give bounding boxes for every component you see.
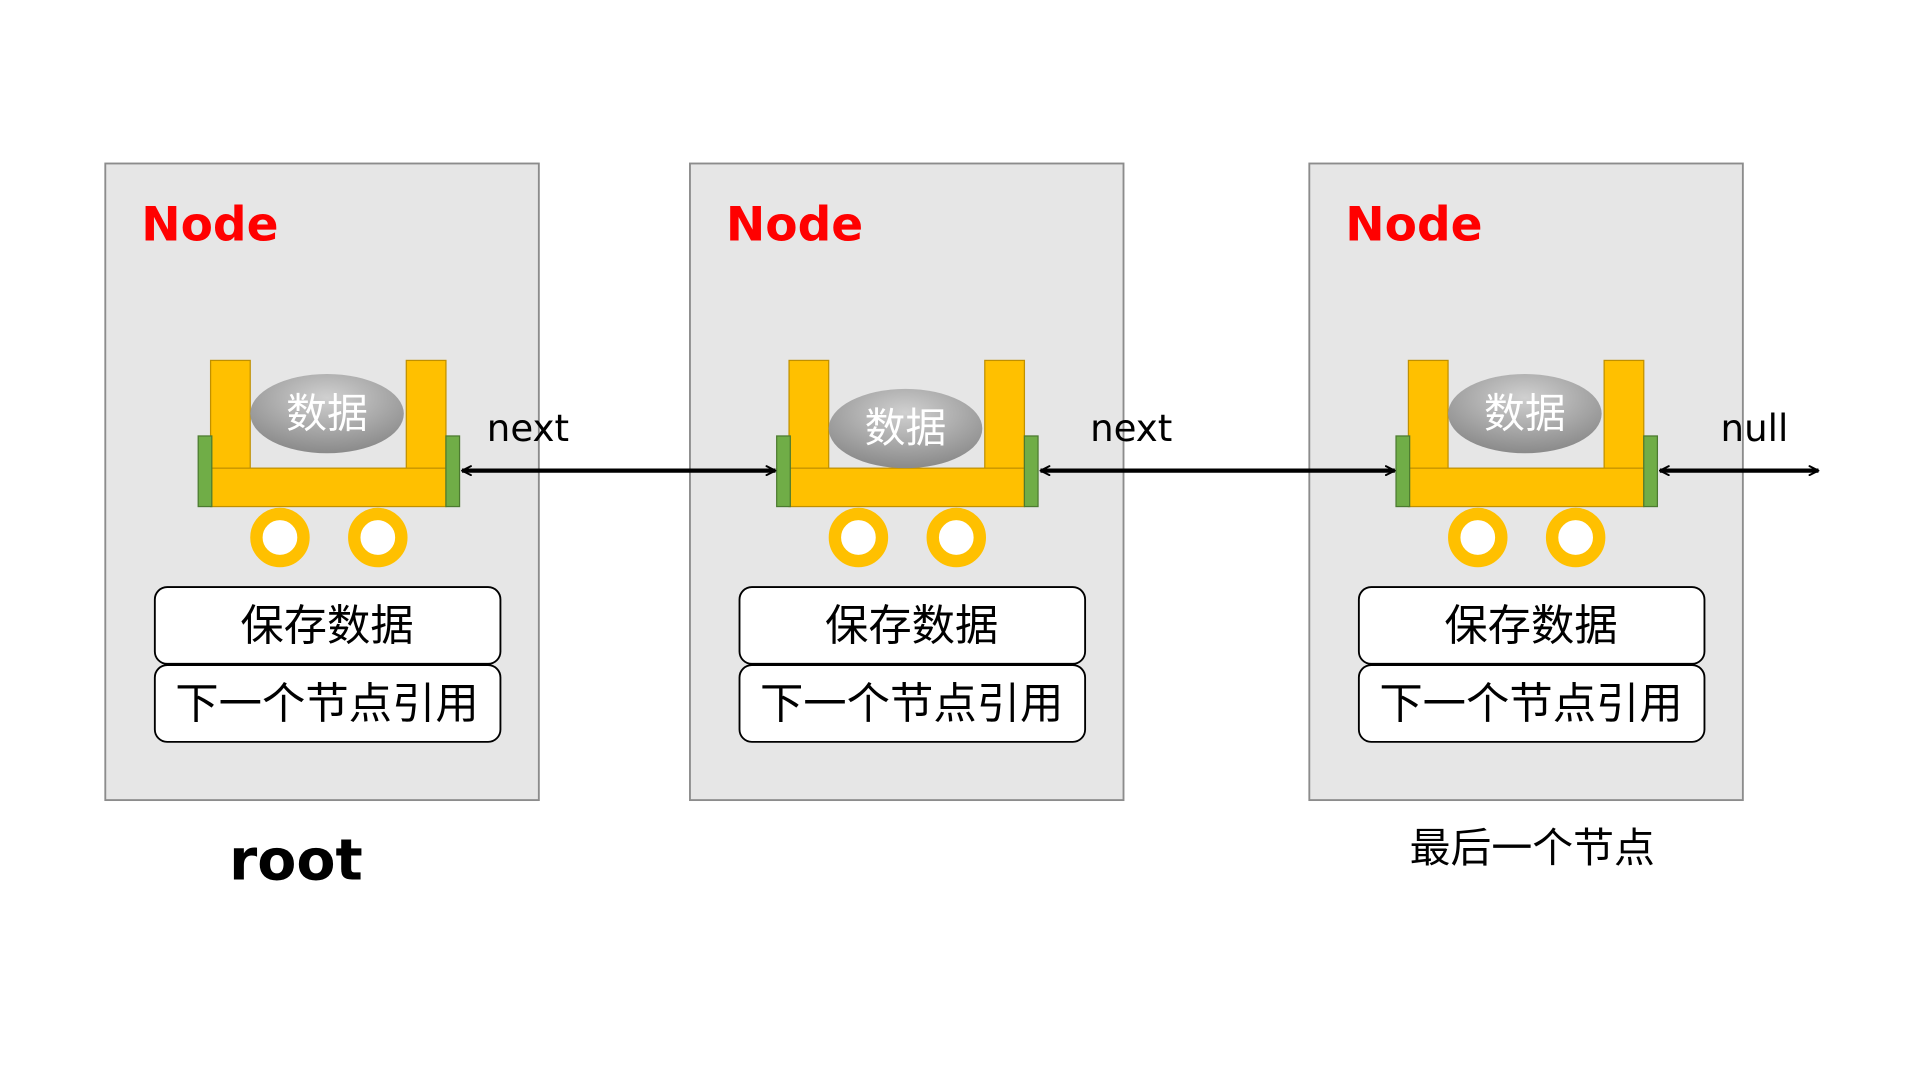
cart-left-connector [197, 435, 213, 508]
cart-right-connector [445, 435, 461, 508]
cart-wheel-left [250, 507, 310, 568]
field-next-label: 下一个节点引用 [1379, 679, 1682, 729]
last-node-label: 最后一个节点 [1410, 824, 1655, 872]
field-data-label: 保存数据 [1444, 601, 1617, 651]
cart-wheel-right [1545, 507, 1606, 568]
cart-base [788, 467, 1026, 508]
field-data-label: 保存数据 [240, 601, 413, 651]
data-label: 数据 [286, 389, 368, 437]
link-2-label: next [1090, 407, 1172, 450]
cart-right-post [405, 359, 447, 471]
linked-list-diagram: Node 数据 保存数据 下一个节点引用 Node 数据 保存数据 下一个节点引… [104, 162, 1820, 893]
node-3: Node 数据 保存数据 下一个节点引用 [1308, 162, 1744, 802]
field-next-label: 下一个节点引用 [760, 679, 1063, 729]
node-1-title: Node [141, 197, 278, 252]
cart-base [209, 467, 447, 508]
cart-left-connector [776, 435, 791, 508]
root-label: root [229, 827, 363, 893]
cart-left-post [788, 359, 830, 471]
node-2: Node 数据 保存数据 下一个节点引用 [689, 162, 1125, 802]
cart-right-post [984, 359, 1026, 471]
cart-right-connector [1023, 435, 1039, 508]
cart-right-post [1603, 359, 1645, 471]
node-1: Node 数据 保存数据 下一个节点引用 [104, 162, 540, 802]
field-data-label: 保存数据 [825, 601, 998, 651]
cart-wheel-right [926, 507, 987, 568]
cart-wheel-left [828, 507, 889, 568]
cart-right-connector [1643, 435, 1659, 508]
cart-left-post [209, 359, 251, 471]
link-3-label: null [1721, 407, 1789, 450]
cart-base [1407, 467, 1645, 508]
cart-wheel-left [1448, 507, 1508, 568]
field-next-label: 下一个节点引用 [175, 679, 478, 729]
data-label: 数据 [1484, 389, 1566, 437]
data-label: 数据 [865, 404, 947, 452]
link-1-label: next [487, 407, 569, 450]
node-2-title: Node [726, 197, 863, 252]
cart-left-connector [1395, 435, 1411, 508]
node-3-title: Node [1345, 197, 1482, 252]
cart-left-post [1407, 359, 1449, 471]
cart-wheel-right [348, 507, 408, 568]
